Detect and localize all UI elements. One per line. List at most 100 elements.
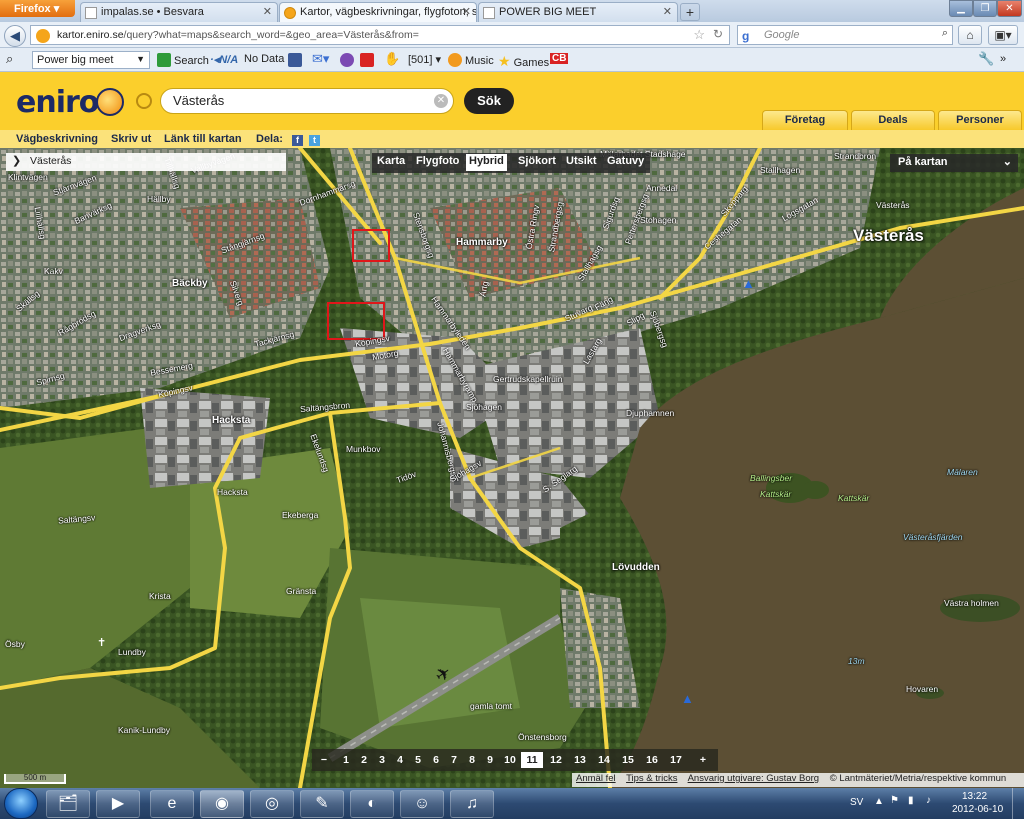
facebook-share-icon[interactable]: f bbox=[292, 133, 303, 146]
show-desktop-button[interactable] bbox=[1012, 788, 1024, 819]
zoom-level[interactable]: 6 bbox=[427, 752, 445, 768]
messenger-icon[interactable]: ☺ bbox=[400, 790, 444, 818]
toolbar-count[interactable]: [501] ▾ bbox=[408, 53, 441, 66]
clock-date[interactable]: 2012-06-10 bbox=[952, 804, 1003, 815]
zoom-level-current[interactable]: 11 bbox=[521, 752, 543, 768]
map-type-gatuvy[interactable]: Gatuvy bbox=[604, 154, 647, 171]
toolbar-search-button[interactable]: Search bbox=[157, 53, 209, 67]
zoom-level[interactable]: 7 bbox=[445, 752, 463, 768]
tab-foretag[interactable]: Företag bbox=[762, 110, 848, 130]
explorer-icon[interactable]: 🗂 bbox=[46, 790, 90, 818]
clock-time[interactable]: 13:22 bbox=[962, 791, 987, 802]
tray-arrow-icon[interactable]: ▲ bbox=[874, 796, 884, 807]
twitter-share-icon[interactable]: t bbox=[309, 133, 320, 146]
tab-personer[interactable]: Personer bbox=[938, 110, 1022, 130]
hand-icon[interactable]: ✋ bbox=[384, 51, 400, 67]
swim-spot-icon[interactable]: ▲ bbox=[681, 691, 694, 706]
zoom-level[interactable]: 15 bbox=[617, 752, 639, 768]
zoom-level[interactable]: 2 bbox=[355, 752, 373, 768]
firefox-icon[interactable]: ◉ bbox=[200, 790, 244, 818]
app-icon[interactable]: ◎ bbox=[250, 790, 294, 818]
toolbar-overflow-icon[interactable]: » bbox=[1000, 53, 1006, 65]
publisher-link[interactable]: Ansvarig utgivare: Gustav Borg bbox=[688, 773, 819, 784]
reload-icon[interactable]: ↻ bbox=[713, 27, 723, 41]
firefox-menu-button[interactable]: Firefox ▾ bbox=[0, 0, 75, 17]
pa-kartan-dropdown[interactable]: På kartan ⌄ bbox=[890, 154, 1018, 172]
close-window-button[interactable]: ✕ bbox=[997, 0, 1022, 17]
map-canvas[interactable]: Västerås Bäckby Hammarby Hacksta Lövudde… bbox=[0, 148, 1024, 788]
map-type-hybrid[interactable]: Hybrid bbox=[466, 154, 507, 171]
toolbar-games[interactable]: ★ Games bbox=[498, 53, 549, 70]
back-button[interactable]: ◀ bbox=[4, 25, 26, 47]
map-type-utsikt[interactable]: Utsikt bbox=[563, 154, 600, 171]
facebook-icon[interactable] bbox=[288, 53, 305, 67]
tips-link[interactable]: Tips & tricks bbox=[626, 773, 677, 784]
tab-eniro[interactable]: Kartor, vägbeskrivningar, flygfoton, sj.… bbox=[279, 2, 477, 22]
location-search-box[interactable]: ❯ Västerås bbox=[6, 153, 286, 171]
zoom-level[interactable]: 3 bbox=[373, 752, 391, 768]
flag-icon[interactable]: ⚑ bbox=[890, 795, 899, 806]
wrench-icon[interactable]: 🔧 bbox=[978, 51, 994, 67]
home-icon[interactable]: ⌂ bbox=[958, 25, 982, 45]
toolbar-search-icon[interactable]: ⌕ bbox=[6, 51, 13, 67]
tab-power-big-meet[interactable]: POWER BIG MEET ✕ bbox=[478, 2, 678, 22]
close-tab-icon[interactable]: ✕ bbox=[263, 5, 272, 18]
map-type-sjokort[interactable]: Sjökort bbox=[515, 154, 559, 171]
zoom-in-button[interactable]: + bbox=[694, 752, 712, 768]
print-link[interactable]: Skriv ut bbox=[111, 133, 151, 145]
youtube-icon[interactable] bbox=[360, 53, 377, 67]
bookmark-star-icon[interactable]: ☆ bbox=[693, 27, 705, 43]
report-error-link[interactable]: Anmäl fel bbox=[576, 773, 616, 784]
app-icon[interactable]: ✎ bbox=[300, 790, 344, 818]
zoom-level[interactable]: 13 bbox=[569, 752, 591, 768]
search-magnifier-icon[interactable]: ⌕ bbox=[942, 27, 948, 40]
close-tab-icon[interactable]: ✕ bbox=[663, 5, 672, 18]
toolbar-no-data[interactable]: No Data bbox=[244, 53, 284, 65]
new-tab-button[interactable]: + bbox=[680, 3, 700, 21]
maximize-button[interactable]: ❐ bbox=[973, 0, 997, 17]
app-icon[interactable]: ◐ bbox=[350, 790, 394, 818]
toolbar-music[interactable]: Music bbox=[448, 53, 494, 67]
zoom-level[interactable]: 12 bbox=[545, 752, 567, 768]
toolbar-na-button[interactable]: ·◂N/A bbox=[210, 53, 238, 66]
map-type-flygfoto[interactable]: Flygfoto bbox=[413, 154, 462, 171]
zoom-level[interactable]: 8 bbox=[463, 752, 481, 768]
media-player-icon[interactable]: ▶ bbox=[96, 790, 140, 818]
zoom-level[interactable]: 10 bbox=[499, 752, 521, 768]
network-icon[interactable]: ▮ bbox=[908, 795, 914, 806]
toolbar-search-select[interactable]: Power big meet ▼ bbox=[32, 51, 150, 69]
tab-deals[interactable]: Deals bbox=[851, 110, 935, 130]
directions-link[interactable]: Vägbeskrivning bbox=[16, 133, 98, 145]
toolbar-round-icon[interactable] bbox=[340, 53, 357, 67]
page-menu-icon[interactable]: ▣▾ bbox=[988, 25, 1018, 45]
search-input[interactable]: Västerås bbox=[160, 88, 454, 114]
zoom-level[interactable]: 5 bbox=[409, 752, 427, 768]
cb-icon[interactable]: CB bbox=[550, 53, 569, 64]
zoom-level[interactable]: 17 bbox=[665, 752, 687, 768]
google-search-field[interactable]: g Google ⌕ bbox=[737, 25, 953, 45]
locate-icon[interactable] bbox=[136, 93, 152, 109]
clear-search-icon[interactable]: ✕ bbox=[434, 94, 448, 108]
url-bar[interactable]: kartor.eniro.se/query?what=maps&search_w… bbox=[30, 25, 730, 45]
itunes-icon[interactable]: ♫ bbox=[450, 790, 494, 818]
search-button[interactable]: Sök bbox=[464, 88, 514, 114]
map-type-karta[interactable]: Karta bbox=[374, 154, 408, 171]
link-to-map[interactable]: Länk till kartan bbox=[164, 133, 242, 145]
volume-icon[interactable]: ♪ bbox=[926, 795, 931, 806]
start-button[interactable] bbox=[4, 788, 38, 819]
internet-explorer-icon[interactable]: e bbox=[150, 790, 194, 818]
zoom-level[interactable]: 4 bbox=[391, 752, 409, 768]
mail-icon[interactable]: ✉▾ bbox=[312, 51, 329, 67]
swim-spot-icon[interactable]: ▲ bbox=[742, 276, 755, 291]
zoom-level[interactable]: 16 bbox=[641, 752, 663, 768]
zoom-level[interactable]: 1 bbox=[337, 752, 355, 768]
zoom-level[interactable]: 9 bbox=[481, 752, 499, 768]
map-credits: Anmäl fel Tips & tricks Ansvarig utgivar… bbox=[572, 773, 1024, 787]
tab-impalas[interactable]: impalas.se • Besvara ✕ bbox=[80, 2, 278, 22]
close-tab-icon[interactable]: ✕ bbox=[462, 5, 471, 18]
zoom-out-button[interactable]: − bbox=[315, 752, 333, 768]
minimize-button[interactable]: ▁ bbox=[949, 0, 973, 17]
eniro-logo[interactable]: eniro bbox=[16, 85, 99, 120]
language-indicator[interactable]: SV bbox=[850, 797, 863, 808]
zoom-level[interactable]: 14 bbox=[593, 752, 615, 768]
